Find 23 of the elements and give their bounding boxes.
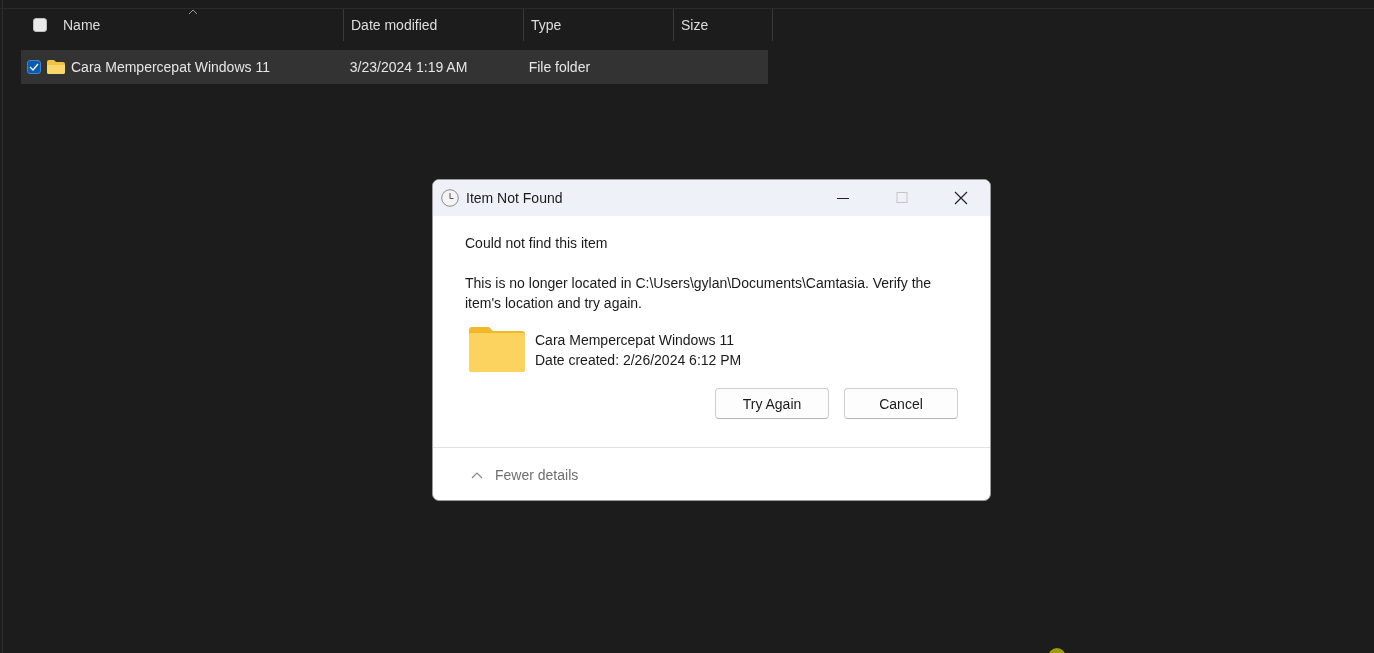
folder-icon bbox=[47, 60, 65, 74]
row-checkbox[interactable] bbox=[27, 60, 41, 74]
folder-icon bbox=[469, 327, 525, 372]
file-name: Cara Mempercepat Windows 11 bbox=[71, 59, 270, 75]
dialog-message: This is no longer located in C:\Users\gylan\Documents\Camtasia. Verify the item's location and try again. bbox=[465, 274, 933, 313]
sort-caret-icon bbox=[187, 9, 198, 15]
chevron-icon bbox=[471, 470, 483, 480]
item-date-created: Date created: 2/26/2024 6:12 PM bbox=[535, 350, 742, 370]
column-header[interactable]: Size bbox=[673, 9, 773, 41]
column-header[interactable]: Type bbox=[523, 9, 673, 41]
details-toggle[interactable]: Fewer details bbox=[471, 467, 579, 483]
dialog-button[interactable]: Try Again bbox=[715, 388, 829, 419]
date-modified: 3/23/2024 1:19 AM bbox=[349, 59, 468, 75]
column-header[interactable]: Date modified bbox=[343, 9, 523, 41]
clock-icon bbox=[441, 189, 459, 207]
column-header[interactable]: Name bbox=[61, 9, 343, 41]
dialog-button[interactable]: Cancel bbox=[844, 388, 958, 419]
select-all-checkbox[interactable] bbox=[33, 18, 47, 32]
file-type: File folder bbox=[528, 59, 591, 75]
window-title: Item Not Found bbox=[466, 190, 563, 206]
file-row[interactable]: Cara Mempercepat Windows 11 3/23/2024 1:19 AM File folder bbox=[21, 50, 768, 84]
dialog-heading: Could not find this item bbox=[465, 234, 609, 252]
item-name: Cara Mempercepat Windows 11 bbox=[535, 330, 735, 350]
